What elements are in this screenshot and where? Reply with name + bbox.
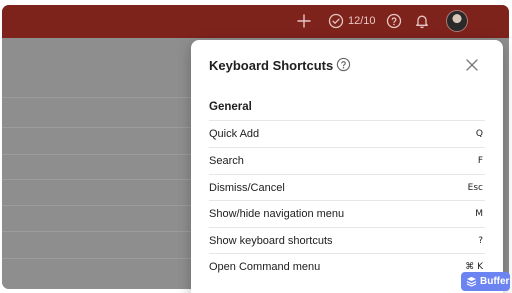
divider [2,258,192,259]
karma-count: 12/10 [348,15,376,27]
karma-check-icon [328,13,344,29]
shortcut-label: Search [209,154,244,167]
shortcut-key: Q [475,128,483,139]
shortcut-key: F [477,155,483,166]
shortcut-row: Show keyboard shortcuts ? [209,227,485,253]
stack-icon [466,276,477,287]
background-list-overlay [2,38,192,289]
shortcut-key: M [475,208,483,219]
buffer-extension-badge[interactable]: Buffer [461,272,510,291]
shortcut-label: Dismiss/Cancel [209,181,285,194]
shortcut-row: Dismiss/Cancel Esc [209,174,485,200]
shortcut-row: Quick Add Q [209,120,485,146]
shortcut-row: Open Command menu ⌘ K [209,253,485,279]
add-icon[interactable] [296,11,312,31]
shortcut-label: Open Command menu [209,260,321,273]
shortcut-row: Show/hide navigation menu M [209,200,485,226]
dialog-title: Keyboard Shortcuts [209,58,334,73]
shortcut-key: ⌘ K [465,261,483,272]
divider [2,127,192,128]
help-icon[interactable] [336,57,351,77]
section-title-general: General [209,101,252,113]
shortcut-label: Show/hide navigation menu [209,207,345,220]
divider [2,97,192,98]
shortcut-key: Esc [467,182,483,193]
top-bar: 12/10 [2,5,509,38]
divider [2,154,192,155]
shortcut-label: Quick Add [209,127,260,140]
help-icon[interactable] [386,11,402,31]
divider [2,179,192,180]
buffer-label: Buffer [480,276,510,287]
shortcut-label: Show keyboard shortcuts [209,234,333,247]
divider [2,205,192,206]
divider [2,231,192,232]
close-icon[interactable] [464,57,480,78]
avatar[interactable] [446,10,468,32]
bell-icon[interactable] [414,11,430,31]
shortcut-key: ? [478,235,483,246]
keyboard-shortcuts-dialog: Keyboard Shortcuts General Quick Add Q S… [191,40,503,293]
shortcut-row: Search F [209,147,485,173]
karma-widget[interactable]: 12/10 [328,11,376,31]
